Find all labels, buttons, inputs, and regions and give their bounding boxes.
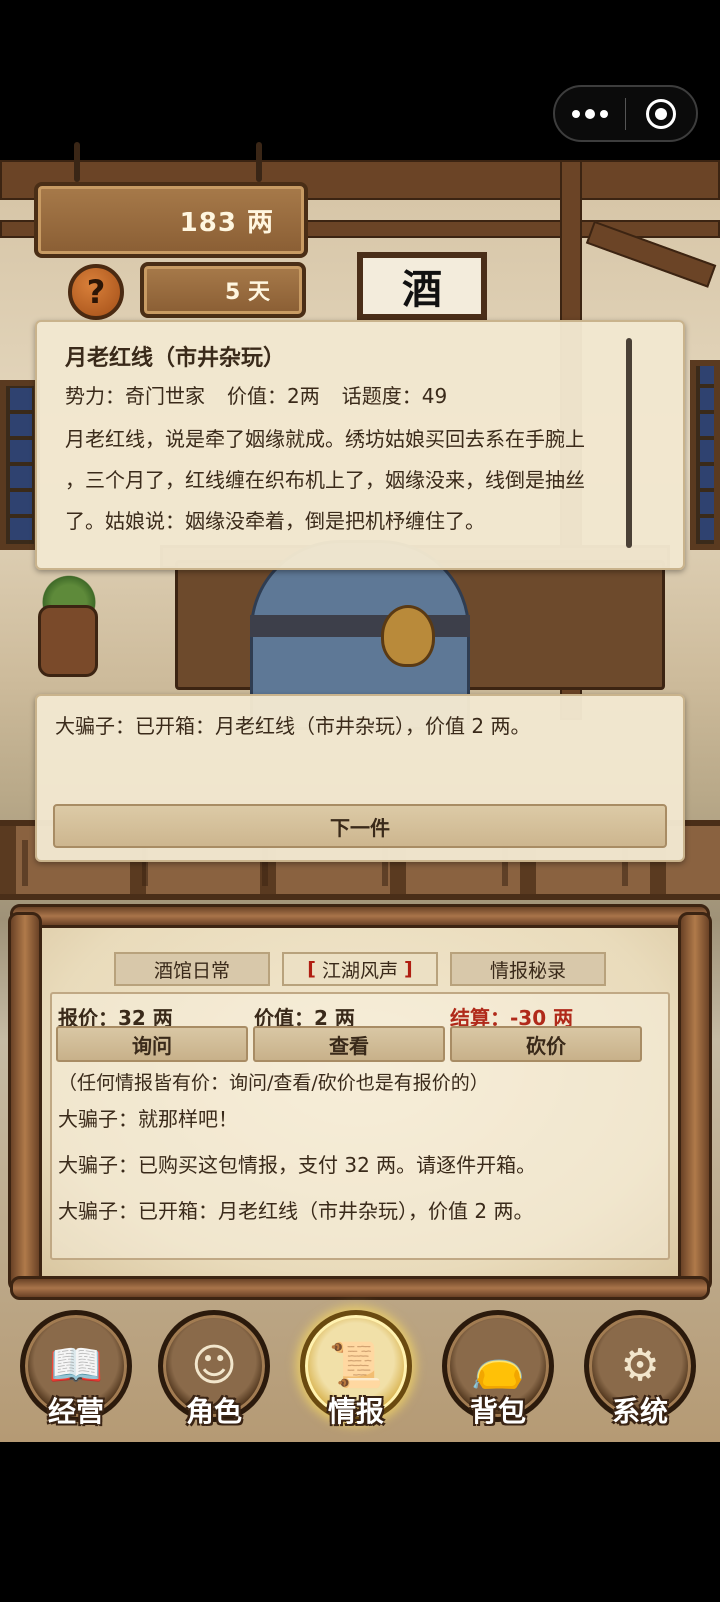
nav-label: 角色 [185, 1395, 242, 1428]
nav-bag[interactable]: 👝 背包 [440, 1310, 556, 1436]
nav-intel[interactable]: 📜 情报 [298, 1310, 414, 1436]
item-desc-line: 了。姑娘说：姻缘没牵着，倒是把机杼缠住了。 [65, 509, 485, 533]
item-value: 价值：2两 [227, 384, 320, 408]
info-scrollbar[interactable] [626, 338, 632, 548]
help-button[interactable]: ? [68, 264, 124, 320]
item-meta: 势力：奇门世家 价值：2两 话题度：49 [65, 380, 643, 409]
more-dot-icon [600, 109, 608, 118]
lattice-window [0, 380, 40, 550]
item-description: 月老红线，说是牵了姻缘就成。绣坊姑娘买回去系在手腕上 ，三个月了，红线缠在织布机… [65, 419, 643, 542]
message-log: 大骗子：就那样吧！ 大骗子：已购买这包情报，支付 32 两。请逐件开箱。 大骗子… [58, 1104, 536, 1242]
more-dot-icon [572, 109, 580, 118]
hanging-hook [256, 142, 262, 182]
miniprogram-capsule [553, 85, 698, 142]
merchant-belt [250, 615, 470, 637]
target-icon [646, 98, 676, 129]
tab-intel-secrets[interactable]: 情报秘录 [450, 952, 606, 986]
item-info-panel: 月老红线（市井杂玩） 势力：奇门世家 价值：2两 话题度：49 月老红线，说是牵… [35, 320, 685, 570]
tab-label: 酒馆日常 [153, 959, 230, 982]
day-display: 5 天 [140, 262, 306, 318]
scroll-roller-left [8, 912, 42, 1292]
tab-bracket-right: ] [404, 958, 413, 980]
wine-sign: 酒 [357, 252, 487, 320]
scroll-roller-right [678, 912, 712, 1292]
tab-bracket-left: [ [307, 958, 316, 980]
nav-business[interactable]: 📖 经营 [18, 1310, 134, 1436]
nav-character[interactable]: ☺ 角色 [156, 1310, 272, 1436]
nav-label: 情报 [327, 1395, 384, 1428]
scroll-roller-top [10, 904, 710, 928]
nav-label: 背包 [469, 1395, 526, 1428]
item-title: 月老红线（市井杂玩） [65, 346, 286, 371]
next-item-button[interactable]: 下一件 [53, 804, 667, 848]
dialog-panel: 大骗子：已开箱：月老红线（市井杂玩），价值 2 两。 下一件 [35, 694, 685, 862]
log-line: 大骗子：已购买这包情报，支付 32 两。请逐件开箱。 [58, 1153, 537, 1177]
barrel [38, 605, 98, 677]
item-desc-line: 月老红线，说是牵了姻缘就成。绣坊姑娘买回去系在手腕上 [65, 427, 585, 451]
dialog-line: 大骗子：已开箱：月老红线（市井杂玩），价值 2 两。 [55, 714, 531, 738]
nav-label: 系统 [611, 1395, 668, 1428]
item-topic: 话题度：49 [341, 384, 448, 408]
check-button[interactable]: 查看 [253, 1026, 445, 1062]
money-display: 183 两 [34, 182, 308, 258]
item-faction: 势力：奇门世家 [65, 384, 205, 408]
tab-tavern-daily[interactable]: 酒馆日常 [114, 952, 270, 986]
item-desc-line: ，三个月了，红线缠在织布机上了，姻缘没来，线倒是抽丝 [65, 468, 585, 492]
ask-button[interactable]: 询问 [56, 1026, 248, 1062]
intel-tabs: 酒馆日常 [ 江湖风声 ] 情报秘录 [114, 952, 606, 986]
hanging-hook [74, 142, 80, 182]
log-line: 大骗子：就那样吧！ [58, 1107, 238, 1131]
scroll-roller-bottom [10, 1276, 710, 1300]
bargain-button[interactable]: 砍价 [450, 1026, 642, 1062]
nav-system[interactable]: ⚙ 系统 [582, 1310, 698, 1436]
close-miniprogram-button[interactable] [626, 87, 696, 140]
deal-actions: 询问 查看 砍价 [56, 1026, 642, 1062]
nav-label: 经营 [47, 1395, 104, 1428]
tab-label: 江湖风声 [321, 959, 398, 982]
money-pouch [381, 605, 435, 667]
lattice-window [690, 360, 720, 550]
log-line: 大骗子：已开箱：月老红线（市井杂玩），价值 2 两。 [58, 1199, 534, 1223]
bottom-nav: 📖 经营 ☺ 角色 📜 情报 👝 背包 ⚙ 系统 [0, 1300, 720, 1442]
more-menu-button[interactable] [555, 87, 625, 140]
tab-label: 情报秘录 [489, 959, 566, 982]
tab-jianghu-rumors[interactable]: [ 江湖风声 ] [282, 952, 438, 986]
more-dot-icon [585, 108, 595, 119]
price-note: （任何情报皆有价：询问/查看/砍价也是有报价的） [58, 1072, 489, 1094]
